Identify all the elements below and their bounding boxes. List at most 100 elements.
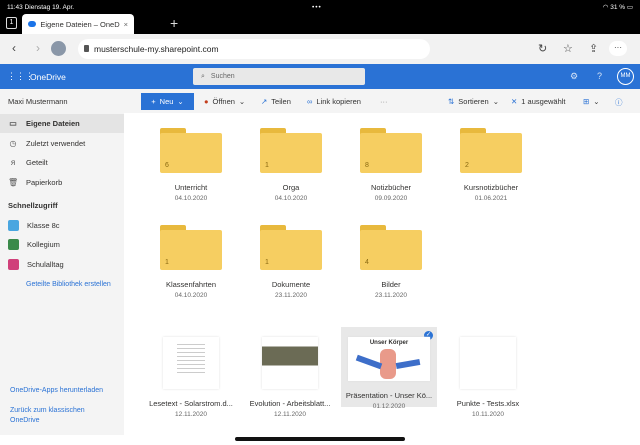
file-date: 10.11.2020 [471, 411, 505, 418]
folder-tile[interactable]: 1 Dokumente 23.11.2020 [243, 225, 339, 299]
command-bar: Maxi Mustermann + Neu ⌄ ● Öffnen ⌄ ↗ Teilen ∞… [0, 89, 640, 113]
new-label: Neu [159, 97, 174, 106]
folder-tile[interactable]: 6 Unterricht 04.10.2020 [143, 128, 239, 202]
search-input[interactable]: ⌕ Suchen [193, 68, 365, 85]
clear-selection-button[interactable]: ✕ 1 ausgewählt [511, 97, 566, 106]
quick-item-klasse-8c[interactable]: Klasse 8c [0, 216, 124, 235]
folder-tile[interactable]: 1 Orga 04.10.2020 [243, 128, 339, 202]
file-tile[interactable]: Punkte - Tests.xlsx 10.11.2020 [440, 327, 536, 418]
more-actions-button[interactable]: ··· [380, 97, 388, 106]
selected-count: 1 ausgewählt [521, 97, 566, 106]
sort-button[interactable]: ⇅ Sortieren ⌄ [448, 97, 499, 106]
info-icon[interactable]: ⓘ [615, 97, 623, 108]
folder-icon: 6 [160, 128, 222, 173]
powerpoint-icon: ● [204, 97, 209, 106]
quick-access-heading: Schnellzugriff [8, 201, 58, 210]
link-icon: ∞ [307, 97, 313, 106]
file-tile-selected[interactable]: ✓ Unser Körper Präsentation - Unser Kö... 0… [341, 327, 437, 410]
share-icon[interactable]: ⇪ [589, 42, 598, 55]
folder-name: Notizbücher [370, 183, 412, 192]
tab-bar: 1 Eigene Dateien – OneD × + [0, 14, 640, 34]
reload-icon[interactable]: ↻ [538, 42, 547, 55]
folder-name: Kursnotizbücher [463, 183, 519, 192]
share-label: Teilen [271, 97, 291, 106]
favorites-icon[interactable]: ☆ [563, 42, 573, 55]
folder-tile[interactable]: 8 Notizbücher 09.09.2020 [343, 128, 439, 202]
folder-item-count: 2 [465, 162, 469, 169]
multitask-dots[interactable]: ••• [312, 4, 322, 11]
team-icon [8, 220, 19, 231]
quick-item-schulalltag[interactable]: Schulalltag [0, 255, 124, 274]
time: 11:43 [7, 3, 23, 11]
file-name: Evolution - Arbeitsblatt... [249, 399, 331, 408]
file-tile[interactable]: Evolution - Arbeitsblatt... 12.11.2020 [242, 327, 338, 418]
team-icon [8, 239, 19, 250]
file-name: Präsentation - Unser Kö... [345, 391, 433, 400]
sort-icon: ⇅ [448, 97, 455, 106]
forward-button[interactable]: › [36, 41, 40, 55]
suite-header: ⋮⋮⋮ OneDrive ⌕ Suchen ⚙ ? MM [0, 64, 640, 89]
create-library-link[interactable]: Geteilte Bibliothek erstellen [26, 280, 111, 290]
sidebar: ▭ Eigene Dateien ◷ Zuletzt verwendet ᴙ Gete… [0, 113, 124, 435]
classic-onedrive-link[interactable]: Zurück zum klassischen OneDrive [10, 406, 110, 426]
sidebar-item-shared[interactable]: ᴙ Geteilt [0, 153, 124, 172]
sidebar-item-my-files[interactable]: ▭ Eigene Dateien [0, 114, 124, 133]
folder-date: 04.10.2020 [274, 195, 308, 202]
open-button[interactable]: ● Öffnen ⌄ [204, 97, 245, 106]
copy-link-button[interactable]: ∞ Link kopieren [307, 97, 361, 106]
sidebar-item-label: Zuletzt verwendet [26, 139, 86, 148]
more-menu-button[interactable]: ··· [609, 41, 627, 56]
folder-date: 23.11.2020 [374, 292, 408, 299]
folder-item-count: 8 [365, 162, 369, 169]
gear-icon[interactable]: ⚙ [570, 71, 578, 82]
onedrive-icon [28, 21, 37, 27]
profile-avatar[interactable] [51, 41, 66, 56]
lock-icon [84, 45, 89, 52]
share-button[interactable]: ↗ Teilen [261, 97, 291, 106]
folder-icon: 1 [260, 225, 322, 270]
file-name: Lesetext - Solarstrom.d... [149, 399, 233, 408]
user-name: Maxi Mustermann [8, 97, 68, 106]
folder-icon: 1 [260, 128, 322, 173]
help-icon[interactable]: ? [597, 71, 602, 81]
file-date: 01.12.2020 [372, 403, 406, 410]
tab-overview-button[interactable]: 1 [6, 17, 17, 29]
url-text: musterschule-my.sharepoint.com [94, 44, 219, 54]
folder-tile[interactable]: 2 Kursnotizbücher 01.06.2021 [443, 128, 539, 202]
browser-tab[interactable]: Eigene Dateien – OneD × [22, 14, 134, 34]
sidebar-item-recycle-bin[interactable]: 🗑 Papierkorb [0, 173, 124, 192]
sidebar-item-recent[interactable]: ◷ Zuletzt verwendet [0, 134, 124, 153]
sidebar-item-label: Geteilt [26, 158, 48, 167]
sidebar-item-label: Papierkorb [26, 178, 63, 187]
grid-icon: ⊞ [583, 97, 590, 106]
folder-tile[interactable]: 4 Bilder 23.11.2020 [343, 225, 439, 299]
status-bar: 11:43 Dienstag 19. Apr. ••• ◠ 31 % ▭ [0, 0, 640, 14]
new-button[interactable]: + Neu ⌄ [141, 93, 194, 110]
download-apps-link[interactable]: OneDrive-Apps herunterladen [10, 386, 103, 396]
quick-item-kollegium[interactable]: Kollegium [0, 235, 124, 254]
view-switcher-button[interactable]: ⊞ ⌄ [583, 97, 600, 106]
folder-date: 23.11.2020 [274, 292, 308, 299]
address-bar-row: ‹ › musterschule-my.sharepoint.com ↻ ☆ ⇪… [0, 34, 640, 64]
date: Dienstag 19. Apr. [24, 3, 75, 11]
battery-level: 31 % [610, 4, 626, 11]
folder-tile[interactable]: 1 Klassenfahrten 04.10.2020 [143, 225, 239, 299]
back-button[interactable]: ‹ [12, 41, 16, 55]
folder-item-count: 1 [165, 259, 169, 266]
url-field[interactable]: musterschule-my.sharepoint.com [78, 39, 430, 59]
tab-title: Eigene Dateien – OneD [40, 19, 120, 29]
clock-icon: ◷ [9, 139, 17, 148]
avatar[interactable]: MM [617, 68, 634, 85]
folder-name: Dokumente [271, 280, 311, 289]
folder-item-count: 4 [365, 259, 369, 266]
new-tab-button[interactable]: + [170, 15, 178, 31]
app-title[interactable]: OneDrive [30, 72, 66, 82]
file-tile[interactable]: Lesetext - Solarstrom.d... 12.11.2020 [143, 327, 239, 418]
home-indicator[interactable] [235, 437, 405, 441]
quick-item-label: Schulalltag [27, 260, 64, 269]
share-icon: ↗ [261, 97, 268, 106]
close-tab-icon[interactable]: × [124, 20, 128, 29]
folder-icon: 2 [460, 128, 522, 173]
open-label: Öffnen [212, 97, 235, 106]
people-icon: ᴙ [10, 158, 16, 167]
